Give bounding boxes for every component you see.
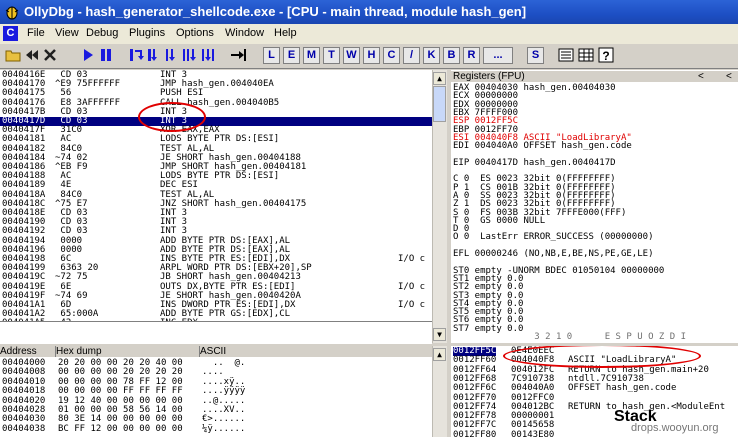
call-stack-button[interactable]: K bbox=[423, 47, 440, 64]
source-window-button[interactable]: S bbox=[527, 47, 544, 64]
trace-into-icon[interactable] bbox=[164, 47, 180, 63]
cpu-window-button[interactable]: C bbox=[383, 47, 400, 64]
registers-title: Registers (FPU) bbox=[453, 71, 525, 82]
menu-view[interactable]: View bbox=[55, 27, 79, 39]
handles-window-button[interactable]: H bbox=[363, 47, 380, 64]
stack-pane[interactable]: 0012FF5C 0E4E0EEC 0012FF60 004040F8 ASCII "L… bbox=[451, 346, 738, 437]
step-over-icon[interactable] bbox=[146, 47, 162, 63]
memory-window-button[interactable]: M bbox=[303, 47, 320, 64]
menu-plugins[interactable]: Plugins bbox=[129, 27, 165, 39]
dump-ascii: ....ÿÿÿÿ bbox=[202, 386, 246, 397]
title-bar[interactable]: OllyDbg - hash_generator_shellcode.exe -… bbox=[0, 0, 738, 24]
disasm-comment: I/O c bbox=[398, 300, 426, 310]
modules-window-button[interactable]: E bbox=[283, 47, 300, 64]
hex-dump-pane[interactable]: Address Hex dump ASCII 00404000 20 20 00 … bbox=[0, 346, 432, 437]
dump-row[interactable]: 00404018 00 00 00 00 FF FF FF FF ....ÿÿÿÿ bbox=[0, 387, 432, 396]
menu-bar: C File View Debug Plugins Options Window… bbox=[0, 24, 738, 44]
stack-row[interactable]: 0012FF6C 004040A0 OFFSET hash_gen.code bbox=[451, 384, 738, 393]
disasm-comment: I/O c bbox=[398, 281, 426, 292]
references-window-button[interactable]: R bbox=[463, 47, 480, 64]
register-line[interactable]: EIP 0040417D hash_gen.0040417D bbox=[453, 158, 616, 168]
pause-icon[interactable] bbox=[98, 47, 114, 63]
window-title: OllyDbg - hash_generator_shellcode.exe -… bbox=[24, 4, 527, 19]
register-line[interactable]: 3 2 1 0 E S P U O Z D I bbox=[453, 333, 686, 342]
dump-hex: 00 00 00 00 FF FF FF FF bbox=[58, 386, 183, 397]
dump-header-address[interactable]: Address bbox=[0, 346, 56, 357]
grid-view-icon[interactable] bbox=[578, 47, 594, 63]
stack-address: 0012FF60 bbox=[453, 355, 497, 366]
dump-row[interactable]: 00404038 BC FF 12 00 00 00 00 00 ¼ÿ...... bbox=[0, 423, 432, 434]
open-folder-icon[interactable] bbox=[5, 47, 21, 63]
dump-ascii: ¼ÿ...... bbox=[202, 423, 246, 434]
annotation-circle-int3 bbox=[138, 102, 206, 132]
stack-value: 004040A0 bbox=[511, 383, 555, 394]
register-line[interactable]: EDI 004040A0 OFFSET hash_gen.code bbox=[453, 142, 632, 151]
register-line[interactable]: O 0 LastErr ERROR_SUCCESS (00000000) bbox=[453, 233, 653, 242]
disassembly-pane[interactable]: 0040416E CD 03 INT 3 00404170 ^E9 75FFFFFF J… bbox=[0, 70, 432, 343]
disassembly-scrollbar[interactable]: ▲ ▼ bbox=[432, 70, 447, 343]
list-view-icon[interactable] bbox=[558, 47, 574, 63]
menu-help[interactable]: Help bbox=[274, 27, 297, 39]
scroll-up-icon[interactable]: ▲ bbox=[433, 72, 446, 85]
menu-options[interactable]: Options bbox=[176, 27, 214, 39]
dump-header-ascii[interactable]: ASCII bbox=[200, 346, 432, 357]
stack-value: 00143E80 bbox=[511, 429, 555, 437]
dump-scroll-up-icon[interactable]: ▲ bbox=[433, 348, 446, 361]
run-icon[interactable] bbox=[80, 47, 96, 63]
menu-file[interactable]: File bbox=[27, 27, 45, 39]
dump-scrollbar[interactable]: ▲ bbox=[432, 346, 447, 437]
stack-address: 0012FF80 bbox=[453, 429, 497, 437]
windows-window-button[interactable]: W bbox=[343, 47, 360, 64]
menu-debug[interactable]: Debug bbox=[86, 27, 118, 39]
threads-window-button[interactable]: T bbox=[323, 47, 340, 64]
scroll-thumb[interactable] bbox=[433, 86, 446, 122]
step-into-icon[interactable] bbox=[128, 47, 144, 63]
disasm-comment: I/O c bbox=[398, 254, 426, 264]
watermark: drops.wooyun.org bbox=[631, 422, 719, 434]
svg-text:?: ? bbox=[602, 49, 609, 63]
stack-address: 0012FF6C bbox=[453, 383, 497, 394]
menu-window[interactable]: Window bbox=[225, 27, 264, 39]
execute-till-return-icon[interactable] bbox=[200, 47, 216, 63]
stack-comment: OFFSET hash_gen.code bbox=[568, 383, 677, 394]
goto-icon[interactable] bbox=[230, 47, 246, 63]
close-x-icon[interactable] bbox=[42, 47, 58, 63]
trace-over-icon[interactable] bbox=[182, 47, 198, 63]
toolbar: L E M T W H C / K B R ... S ? bbox=[0, 44, 738, 69]
prev-view-icon[interactable]: < bbox=[698, 71, 704, 82]
registers-pane[interactable]: Registers (FPU) < < EAX 00404030 hash_ge… bbox=[451, 70, 738, 343]
scroll-down-icon[interactable]: ▼ bbox=[433, 328, 446, 341]
breakpoints-window-button[interactable]: B bbox=[443, 47, 460, 64]
register-line[interactable]: EFL 00000246 (NO,NB,E,BE,NS,PE,GE,LE) bbox=[453, 250, 653, 259]
rewind-icon[interactable] bbox=[24, 47, 40, 63]
next-view-icon[interactable]: < bbox=[726, 71, 732, 82]
dump-hex: BC FF 12 00 00 00 00 00 bbox=[58, 423, 183, 434]
dump-address: 00404018 bbox=[2, 386, 46, 397]
run-trace-button[interactable]: ... bbox=[483, 47, 513, 64]
log-window-button[interactable]: L bbox=[263, 47, 280, 64]
registers-header[interactable]: Registers (FPU) < < bbox=[451, 71, 738, 82]
help-icon[interactable]: ? bbox=[598, 47, 614, 63]
info-pane bbox=[0, 321, 432, 344]
dump-address: 00404038 bbox=[2, 423, 46, 434]
cpu-window-icon[interactable]: C bbox=[3, 26, 18, 41]
dump-header-hex[interactable]: Hex dump bbox=[56, 346, 200, 357]
patches-window-button[interactable]: / bbox=[403, 47, 420, 64]
ollydbg-bug-icon bbox=[5, 6, 19, 20]
